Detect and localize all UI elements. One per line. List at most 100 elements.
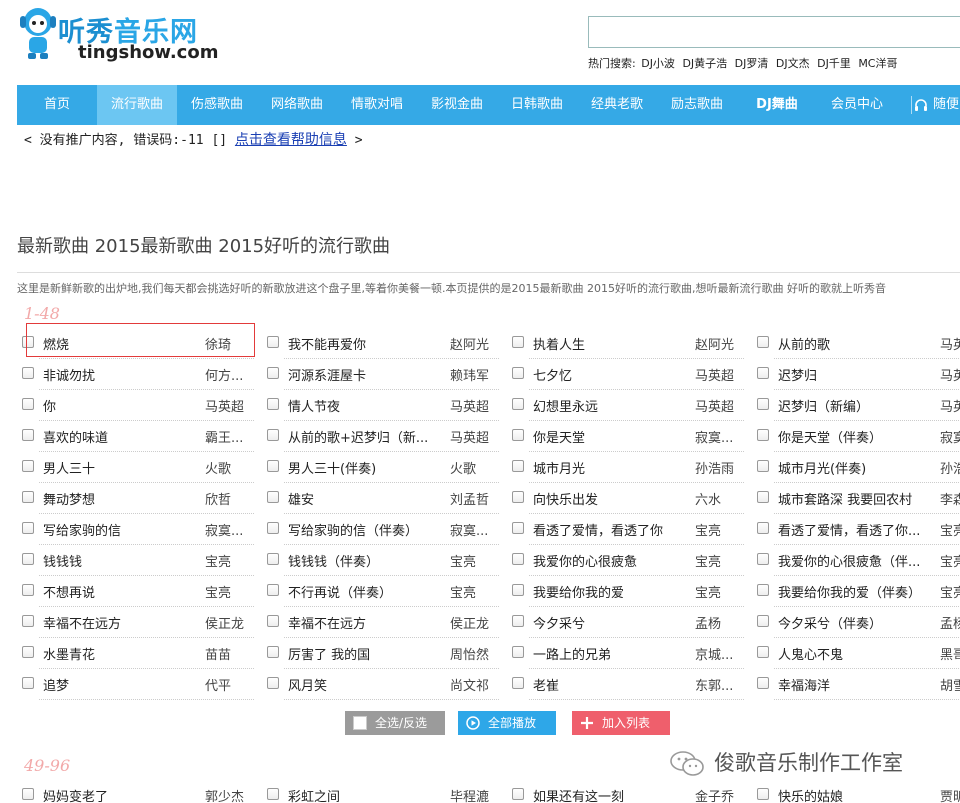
artist-link[interactable]: 赵阿光 — [450, 334, 489, 353]
artist-link[interactable]: 尚文祁 — [450, 675, 489, 694]
artist-link[interactable]: 孙浩 — [940, 458, 960, 477]
song-checkbox[interactable] — [757, 367, 769, 379]
song-checkbox[interactable] — [22, 522, 34, 534]
artist-link[interactable]: 贾昕 — [940, 786, 960, 803]
song-checkbox[interactable] — [22, 584, 34, 596]
song-checkbox[interactable] — [22, 429, 34, 441]
song-title-link[interactable]: 城市月光(伴奏) — [778, 458, 930, 477]
song-checkbox[interactable] — [512, 584, 524, 596]
song-checkbox[interactable] — [267, 553, 279, 565]
artist-link[interactable]: 马英超 — [205, 396, 244, 415]
song-checkbox[interactable] — [22, 491, 34, 503]
song-title-link[interactable]: 城市月光 — [533, 458, 685, 477]
hot-search-link[interactable]: DJ千里 — [817, 57, 851, 70]
song-title-link[interactable]: 河源系涯屋卡 — [288, 365, 440, 384]
song-title-link[interactable]: 如果还有这一刻 — [533, 786, 685, 803]
artist-link[interactable]: 代平 — [205, 675, 231, 694]
song-checkbox[interactable] — [267, 615, 279, 627]
song-checkbox[interactable] — [757, 615, 769, 627]
artist-link[interactable]: 宝亮 — [695, 582, 721, 601]
song-checkbox[interactable] — [267, 788, 279, 800]
song-checkbox[interactable] — [512, 522, 524, 534]
song-title-link[interactable]: 你是天堂（伴奏） — [778, 427, 930, 446]
song-title-link[interactable]: 舞动梦想 — [43, 489, 195, 508]
artist-link[interactable]: 马英超 — [695, 396, 734, 415]
song-checkbox[interactable] — [22, 646, 34, 658]
song-title-link[interactable]: 我不能再爱你 — [288, 334, 440, 353]
artist-link[interactable]: 宝亮 — [695, 520, 721, 539]
song-checkbox[interactable] — [22, 553, 34, 565]
artist-link[interactable]: 京城... — [695, 644, 733, 663]
add-to-list-button[interactable]: 加入列表 — [572, 711, 670, 735]
hot-search-link[interactable]: DJ小波 — [641, 57, 675, 70]
artist-link[interactable]: 东郭... — [695, 675, 733, 694]
nav-item-home[interactable]: 首页 — [17, 85, 97, 125]
song-title-link[interactable]: 水墨青花 — [43, 644, 195, 663]
artist-link[interactable]: 刘孟哲 — [450, 489, 489, 508]
song-checkbox[interactable] — [512, 788, 524, 800]
artist-link[interactable]: 六水 — [695, 489, 721, 508]
song-title-link[interactable]: 写给家驹的信（伴奏） — [288, 520, 440, 539]
song-checkbox[interactable] — [267, 491, 279, 503]
song-title-link[interactable]: 写给家驹的信 — [43, 520, 195, 539]
song-checkbox[interactable] — [267, 367, 279, 379]
select-all-button[interactable]: 全选/反选 — [345, 711, 445, 735]
song-checkbox[interactable] — [512, 646, 524, 658]
artist-link[interactable]: 马英 — [940, 334, 960, 353]
song-title-link[interactable]: 你 — [43, 396, 195, 415]
artist-link[interactable]: 周怡然 — [450, 644, 489, 663]
artist-link[interactable]: 霸王... — [205, 427, 243, 446]
song-checkbox[interactable] — [757, 522, 769, 534]
song-title-link[interactable]: 风月笑 — [288, 675, 440, 694]
song-checkbox[interactable] — [512, 460, 524, 472]
song-checkbox[interactable] — [757, 553, 769, 565]
hot-search-link[interactable]: DJ黄子浩 — [682, 57, 727, 70]
song-title-link[interactable]: 情人节夜 — [288, 396, 440, 415]
artist-link[interactable]: 火歌 — [450, 458, 476, 477]
song-title-link[interactable]: 男人三十 — [43, 458, 195, 477]
song-title-link[interactable]: 你是天堂 — [533, 427, 685, 446]
song-title-link[interactable]: 从前的歌 — [778, 334, 930, 353]
nav-item-network[interactable]: 网络歌曲 — [257, 85, 337, 125]
song-title-link[interactable]: 快乐的姑娘 — [778, 786, 930, 803]
artist-link[interactable]: 孟杨 — [695, 613, 721, 632]
artist-link[interactable]: 李森 — [940, 489, 960, 508]
artist-link[interactable]: 赖玮军 — [450, 365, 489, 384]
song-checkbox[interactable] — [757, 584, 769, 596]
song-title-link[interactable]: 人鬼心不鬼 — [778, 644, 930, 663]
artist-link[interactable]: 赵阿光 — [695, 334, 734, 353]
artist-link[interactable]: 黑哥 — [940, 644, 960, 663]
artist-link[interactable]: 寂寞 — [940, 427, 960, 446]
artist-link[interactable]: 孟杨 — [940, 613, 960, 632]
song-checkbox[interactable] — [267, 522, 279, 534]
nav-item-pop[interactable]: 流行歌曲 — [97, 85, 177, 125]
artist-link[interactable]: 宝亮 — [205, 582, 231, 601]
song-title-link[interactable]: 我要给你我的爱 — [533, 582, 685, 601]
hot-search-link[interactable]: MC洋哥 — [858, 57, 897, 70]
song-title-link[interactable]: 执着人生 — [533, 334, 685, 353]
nav-item-duet[interactable]: 情歌对唱 — [337, 85, 417, 125]
artist-link[interactable]: 马英超 — [450, 396, 489, 415]
artist-link[interactable]: 苗苗 — [205, 644, 231, 663]
artist-link[interactable]: 宝亮 — [450, 582, 476, 601]
song-title-link[interactable]: 向快乐出发 — [533, 489, 685, 508]
song-checkbox[interactable] — [512, 367, 524, 379]
song-title-link[interactable]: 厉害了 我的国 — [288, 644, 440, 663]
song-checkbox[interactable] — [757, 429, 769, 441]
artist-link[interactable]: 郭少杰 — [205, 786, 244, 803]
song-title-link[interactable]: 幸福不在远方 — [288, 613, 440, 632]
song-title-link[interactable]: 我要给你我的爱（伴奏） — [778, 582, 930, 601]
song-checkbox[interactable] — [512, 336, 524, 348]
song-checkbox[interactable] — [757, 646, 769, 658]
song-title-link[interactable]: 一路上的兄弟 — [533, 644, 685, 663]
nav-item-classic[interactable]: 经典老歌 — [577, 85, 657, 125]
song-title-link[interactable]: 看透了爱情，看透了你... — [778, 520, 930, 539]
song-title-link[interactable]: 迟梦归 — [778, 365, 930, 384]
song-checkbox[interactable] — [757, 788, 769, 800]
nav-item-member[interactable]: 会员中心 — [817, 85, 897, 125]
song-title-link[interactable]: 喜欢的味道 — [43, 427, 195, 446]
artist-link[interactable]: 马英 — [940, 365, 960, 384]
site-logo[interactable]: 听秀音乐网 tingshow.com — [14, 4, 224, 70]
artist-link[interactable]: 宝亮 — [205, 551, 231, 570]
song-checkbox[interactable] — [512, 491, 524, 503]
